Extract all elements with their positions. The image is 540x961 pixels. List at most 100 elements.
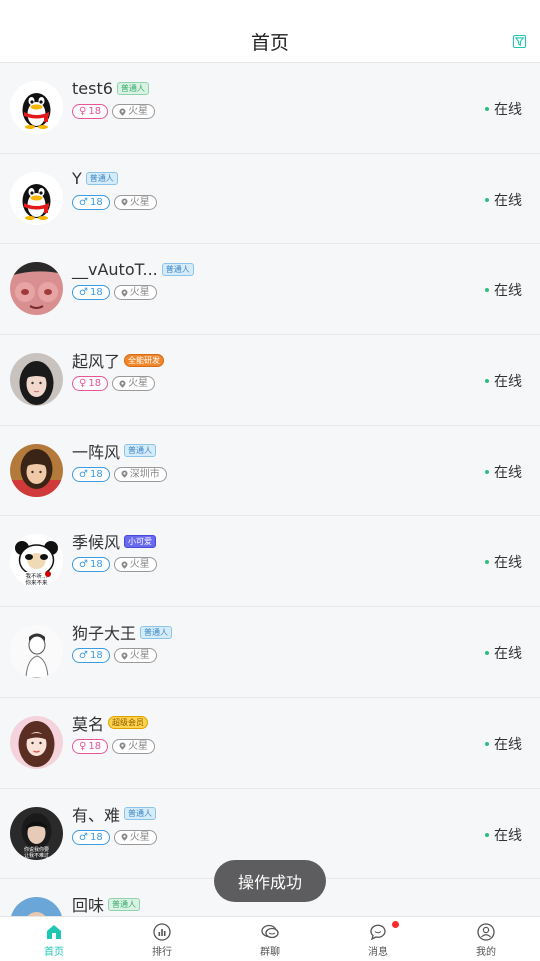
avatar[interactable]: [10, 625, 63, 679]
name-line: 一阵风 普通人: [72, 440, 157, 462]
age-value: 18: [89, 831, 103, 843]
avatar[interactable]: [10, 897, 63, 916]
tab-ranking[interactable]: 排行: [108, 917, 216, 961]
vip-badge: 全能研发: [124, 353, 165, 367]
location-pin-icon: [121, 561, 128, 569]
user-row[interactable]: 一阵风 普通人 ♂ 18 深圳市 在线: [0, 425, 540, 517]
online-dot-icon: [485, 741, 489, 746]
user-row[interactable]: 我不听… 你来不来 季候风 小可爱 ♂ 18 火星 在线: [0, 516, 540, 608]
tag-line: ♂ 18 火星: [72, 285, 157, 301]
online-status: 在线: [485, 643, 522, 663]
gender-age-tag: ♀ 18: [72, 376, 109, 392]
tab-label: 我的: [476, 947, 496, 958]
tab-label: 群聊: [260, 947, 280, 958]
user-name: 季候风: [72, 533, 121, 553]
tab-messages[interactable]: 消息: [324, 917, 432, 961]
location-tag: 火星: [112, 376, 156, 392]
avatar[interactable]: [10, 81, 63, 134]
bottom-tab-bar: 首页 排行 群聊 消息 我的: [0, 916, 540, 961]
app-screen: 首页 test6 普通人 ♀ 18 火星 在线 Y 普通人 ♂ 18 火星 在线 __vAutoT...…: [0, 0, 540, 961]
status-label: 在线: [494, 374, 522, 391]
vip-badge: 小可爱: [124, 534, 157, 548]
location-value: 火星: [128, 106, 149, 117]
avatar[interactable]: [10, 353, 63, 407]
name-line: 狗子大王 普通人: [72, 621, 173, 643]
online-status: 在线: [485, 99, 522, 119]
location-value: 深圳市: [129, 468, 160, 480]
name-line: 季候风 小可爱: [72, 530, 157, 553]
tab-label: 排行: [152, 947, 172, 958]
user-list: test6 普通人 ♀ 18 火星 在线 Y 普通人 ♂ 18 火星 在线 __vAutoT... 普通人…: [0, 63, 540, 916]
location-pin-icon: [121, 198, 128, 206]
avatar[interactable]: [10, 171, 63, 225]
home-icon: [47, 925, 61, 939]
avatar[interactable]: 我不听… 你来不来: [10, 534, 63, 588]
location-pin-icon: [121, 470, 128, 479]
online-dot-icon: [485, 469, 489, 474]
gender-age-tag: ♂ 18: [72, 194, 110, 210]
user-row[interactable]: 莫名 超级会员 ♀ 18 火星 在线: [0, 697, 540, 789]
status-label: 在线: [494, 464, 522, 481]
tag-line: ♀ 18 火星: [72, 376, 156, 392]
gender-icon: ♂: [79, 468, 88, 480]
age-value: 18: [88, 378, 102, 390]
tab-group-chat[interactable]: 群聊: [216, 917, 324, 961]
location-value: 火星: [129, 287, 150, 299]
user-name: __vAutoT...: [72, 259, 158, 279]
avatar[interactable]: 你说我你要 让我不难过: [10, 806, 63, 860]
online-dot-icon: [485, 651, 489, 656]
user-row[interactable]: __vAutoT... 普通人 ♂ 18 火星 在线: [0, 244, 540, 336]
user-row[interactable]: 起风了 全能研发 ♀ 18 火星 在线: [0, 335, 540, 426]
user-name: 一阵风: [72, 442, 121, 462]
online-status: 在线: [485, 462, 522, 482]
age-value: 18: [89, 559, 103, 571]
gender-icon: ♂: [79, 559, 88, 571]
avatar[interactable]: [10, 443, 63, 497]
svg-text:你说我你要: 你说我你要: [24, 846, 49, 853]
name-line: 回味 普通人: [72, 893, 141, 916]
gender-age-tag: ♀ 18: [72, 738, 109, 754]
ranking-icon: [153, 923, 171, 941]
tag-line: ♂ 18 火星: [72, 829, 157, 845]
tab-profile[interactable]: 我的: [432, 917, 540, 961]
filter-icon[interactable]: [513, 35, 526, 48]
tab-label: 首页: [44, 947, 64, 958]
location-pin-icon: [119, 742, 126, 751]
online-status: 在线: [485, 552, 522, 572]
vip-badge: 普通人: [140, 625, 173, 639]
vip-badge: 普通人: [85, 172, 118, 186]
vip-badge: 普通人: [124, 444, 157, 458]
page-title: 首页: [250, 31, 289, 54]
user-row[interactable]: test6 普通人 ♀ 18 火星 在线: [0, 63, 540, 154]
svg-text:我不听…: 我不听…: [25, 572, 47, 580]
user-name: 回味: [72, 896, 105, 916]
location-value: 火星: [128, 740, 149, 752]
toast-message: 操作成功: [214, 860, 326, 902]
gender-age-tag: ♂ 18: [72, 557, 110, 573]
online-status: 在线: [485, 734, 522, 754]
location-value: 火星: [128, 378, 149, 390]
status-label: 在线: [494, 283, 522, 300]
tag-line: ♂ 18 火星: [72, 648, 157, 664]
location-tag: 火星: [113, 194, 157, 210]
status-label: 在线: [494, 646, 522, 663]
location-pin-icon: [121, 652, 128, 660]
age-value: 18: [89, 287, 103, 299]
status-label: 在线: [494, 827, 522, 844]
tab-home[interactable]: 首页: [0, 917, 108, 961]
message-icon: [370, 924, 386, 941]
online-dot-icon: [485, 832, 489, 837]
location-value: 火星: [129, 559, 150, 571]
user-row[interactable]: Y 普通人 ♂ 18 火星 在线: [0, 153, 540, 245]
online-dot-icon: [485, 107, 489, 111]
online-status: 在线: [485, 190, 522, 210]
user-row[interactable]: 狗子大王 普通人 ♂ 18 火星 在线: [0, 607, 540, 698]
name-line: 有、难 普通人: [72, 803, 157, 825]
group-chat-icon: [261, 924, 279, 939]
gender-age-tag: ♂ 18: [72, 829, 110, 845]
avatar[interactable]: [10, 715, 63, 769]
avatar[interactable]: [10, 262, 63, 316]
user-name: Y: [72, 169, 82, 189]
online-status: 在线: [485, 280, 522, 300]
tag-line: ♀ 18 火星: [72, 738, 156, 754]
